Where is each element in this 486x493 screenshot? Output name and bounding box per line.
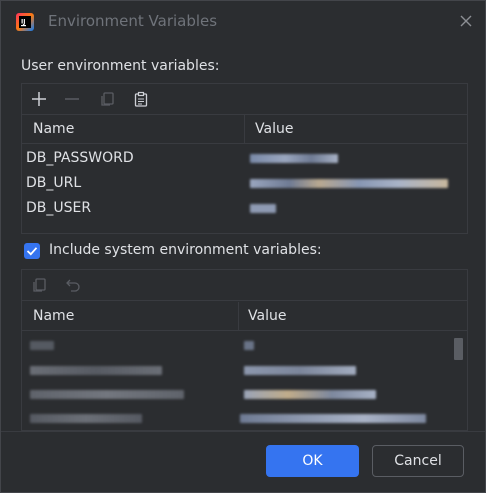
user-variables-label: User environment variables:	[21, 58, 220, 74]
redacted-name	[30, 341, 54, 350]
window-title: Environment Variables	[48, 12, 218, 30]
user-variables-toolbar	[22, 84, 467, 115]
user-variables-header: Name Value	[22, 115, 467, 144]
table-row[interactable]	[22, 406, 467, 430]
undo-icon	[66, 279, 80, 292]
intellij-app-icon: IJ	[16, 13, 34, 31]
undo-button[interactable]	[63, 275, 83, 295]
copy-variable-button[interactable]	[97, 89, 117, 109]
include-system-variables-label[interactable]: Include system environment variables:	[49, 242, 322, 258]
copy-icon	[101, 92, 114, 106]
table-row[interactable]: DB_PASSWORD	[22, 146, 467, 170]
redacted-value	[244, 366, 356, 375]
plus-icon	[32, 92, 46, 106]
system-variables-panel: Name Value	[21, 269, 468, 431]
copy-system-variable-button[interactable]	[29, 275, 49, 295]
environment-variables-dialog: IJ Environment Variables User environmen…	[0, 0, 486, 493]
redacted-name	[30, 366, 162, 375]
name-column-header[interactable]: Name	[33, 115, 74, 143]
name-column-header[interactable]: Name	[33, 302, 74, 330]
table-row[interactable]: DB_URL	[22, 171, 467, 195]
checkmark-icon	[26, 247, 38, 256]
table-row[interactable]	[22, 358, 467, 382]
column-separator[interactable]	[244, 115, 245, 143]
variable-name: DB_PASSWORD	[26, 150, 134, 166]
table-row[interactable]	[22, 333, 467, 357]
value-column-header[interactable]: Value	[255, 115, 293, 143]
table-row[interactable]	[22, 382, 467, 406]
ok-button[interactable]: OK	[266, 445, 359, 477]
column-separator[interactable]	[238, 302, 239, 330]
value-column-header[interactable]: Value	[248, 302, 286, 330]
paste-icon	[134, 91, 148, 107]
variable-name: DB_URL	[26, 175, 82, 191]
user-variables-panel: Name Value DB_PASSWORD DB_URL DB_USER	[21, 83, 468, 234]
footer-divider	[1, 431, 485, 432]
table-row[interactable]: DB_USER	[22, 196, 467, 220]
minus-icon	[65, 98, 79, 100]
copy-icon	[33, 278, 46, 292]
redacted-value	[250, 154, 338, 163]
paste-variable-button[interactable]	[131, 89, 151, 109]
cancel-button[interactable]: Cancel	[372, 445, 464, 477]
redacted-value	[250, 179, 448, 188]
redacted-value	[250, 204, 276, 213]
redacted-name	[30, 414, 142, 423]
include-system-variables-checkbox[interactable]	[24, 243, 40, 259]
redacted-value	[240, 414, 426, 423]
redacted-name	[30, 390, 184, 399]
close-icon[interactable]	[459, 14, 473, 28]
system-variables-header: Name Value	[22, 302, 467, 331]
vertical-scrollbar[interactable]	[454, 338, 463, 360]
svg-text:IJ: IJ	[21, 19, 25, 26]
redacted-value	[244, 341, 254, 350]
variable-name: DB_USER	[26, 200, 92, 216]
add-variable-button[interactable]	[29, 89, 49, 109]
system-variables-toolbar	[22, 270, 467, 301]
title-bar: IJ Environment Variables	[1, 1, 485, 43]
remove-variable-button[interactable]	[62, 89, 82, 109]
redacted-value	[244, 390, 376, 399]
